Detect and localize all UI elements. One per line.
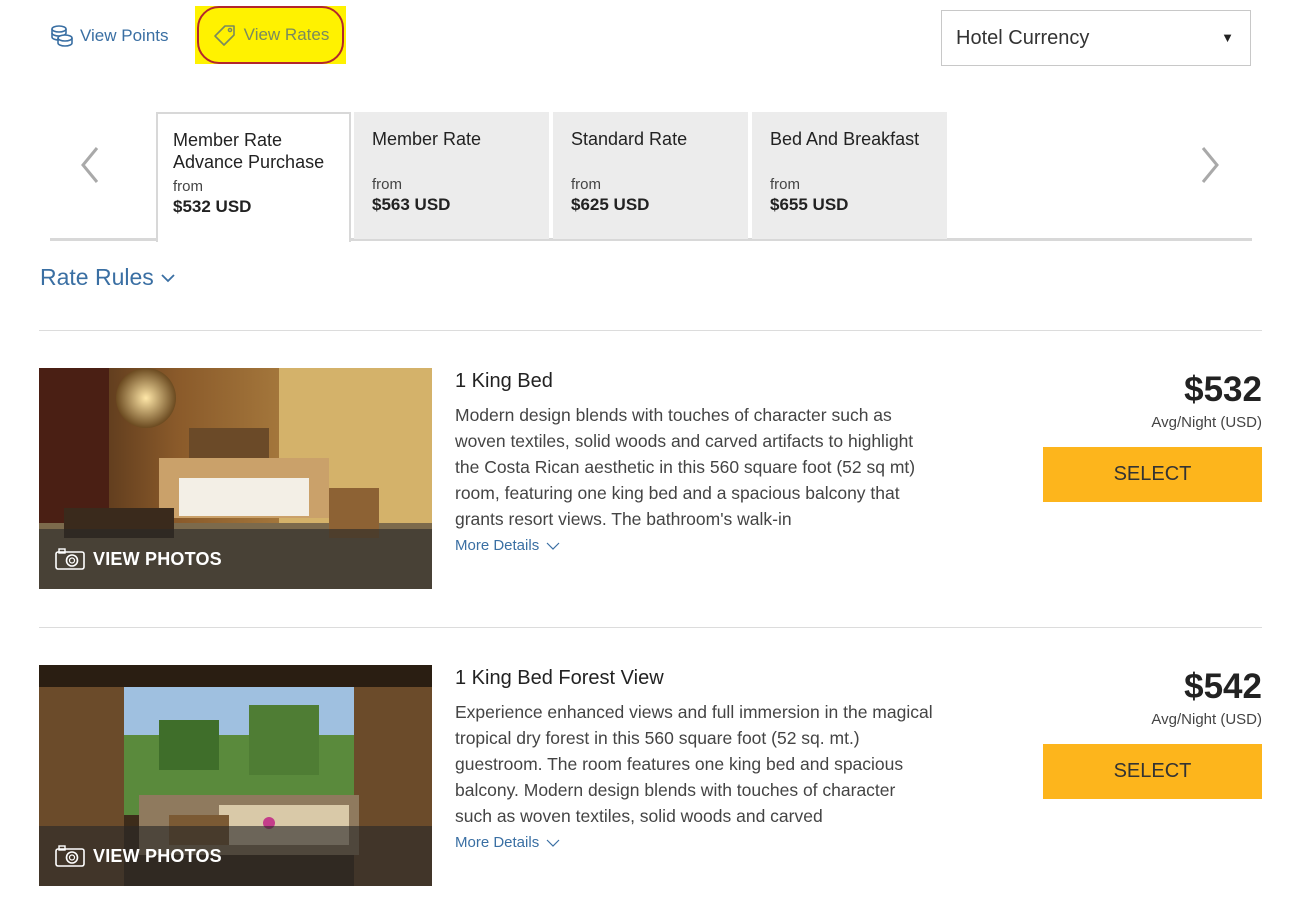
room-description: Experience enhanced views and full immer… bbox=[455, 702, 933, 826]
room-name: 1 King Bed Forest View bbox=[455, 667, 664, 689]
price-tag-icon bbox=[213, 25, 235, 46]
view-photos-label: VIEW PHOTOS bbox=[93, 845, 222, 866]
tab-title: Member Rate bbox=[372, 129, 482, 149]
section-divider bbox=[39, 330, 1262, 331]
tab-from-label: from bbox=[372, 176, 402, 193]
tab-title: Member Rate Advance Purchase bbox=[173, 130, 325, 172]
chevron-down-icon bbox=[546, 542, 560, 550]
more-details-link[interactable]: More Details bbox=[455, 537, 560, 554]
more-details-label: More Details bbox=[455, 537, 540, 554]
tab-price: $563 USD bbox=[372, 195, 451, 214]
camera-icon bbox=[55, 548, 85, 570]
chevron-right-icon[interactable] bbox=[1195, 140, 1225, 190]
tab-from-label: from bbox=[571, 176, 601, 193]
select-room-button[interactable]: SELECT bbox=[1043, 447, 1262, 502]
room-price: $532 bbox=[1184, 370, 1262, 409]
room-photo[interactable]: VIEW PHOTOS bbox=[39, 368, 432, 589]
tab-from-label: from bbox=[173, 178, 203, 195]
rate-rules-toggle[interactable]: Rate Rules bbox=[40, 264, 176, 291]
view-rates-toggle[interactable]: View Rates bbox=[197, 6, 344, 64]
tab-from-label: from bbox=[770, 176, 800, 193]
chevron-down-icon bbox=[161, 273, 175, 282]
room-card: VIEW PHOTOS 1 King Bed Forest View Exper… bbox=[39, 665, 1262, 887]
tab-price: $532 USD bbox=[173, 197, 252, 216]
tab-member-rate[interactable]: Member Rate from $563 USD bbox=[354, 112, 549, 239]
tab-bed-and-breakfast[interactable]: Bed And Breakfast from $655 USD bbox=[752, 112, 947, 239]
view-points-toggle[interactable]: View Points bbox=[50, 24, 169, 48]
price-unit-label: Avg/Night (USD) bbox=[1151, 414, 1262, 431]
tab-price: $655 USD bbox=[770, 195, 849, 214]
camera-icon bbox=[55, 845, 85, 867]
room-price: $542 bbox=[1184, 667, 1262, 706]
tab-standard-rate[interactable]: Standard Rate from $625 USD bbox=[553, 112, 748, 239]
view-rates-highlight: View Rates bbox=[195, 6, 346, 64]
view-photos-label: VIEW PHOTOS bbox=[93, 548, 222, 569]
more-details-link[interactable]: More Details bbox=[455, 834, 560, 851]
room-description: Modern design blends with touches of cha… bbox=[455, 405, 916, 529]
coins-icon bbox=[51, 25, 73, 47]
chevron-left-icon[interactable] bbox=[75, 140, 105, 190]
select-room-button[interactable]: SELECT bbox=[1043, 744, 1262, 799]
view-points-label: View Points bbox=[80, 26, 169, 45]
currency-select-value: Hotel Currency bbox=[956, 26, 1090, 49]
currency-select[interactable]: Hotel Currency ▼ bbox=[941, 10, 1251, 66]
tab-member-rate-advance-purchase[interactable]: Member Rate Advance Purchase from $532 U… bbox=[156, 112, 351, 242]
view-rates-label: View Rates bbox=[243, 25, 330, 44]
view-photos-overlay[interactable]: VIEW PHOTOS bbox=[39, 529, 432, 589]
view-photos-overlay[interactable]: VIEW PHOTOS bbox=[39, 826, 432, 886]
caret-down-icon: ▼ bbox=[1221, 30, 1234, 45]
room-photo[interactable]: VIEW PHOTOS bbox=[39, 665, 432, 886]
price-unit-label: Avg/Night (USD) bbox=[1151, 711, 1262, 728]
chevron-down-icon bbox=[546, 839, 560, 847]
tab-title: Bed And Breakfast bbox=[770, 129, 920, 149]
section-divider bbox=[39, 627, 1262, 628]
rate-rules-label: Rate Rules bbox=[40, 264, 154, 290]
more-details-label: More Details bbox=[455, 834, 540, 851]
tab-price: $625 USD bbox=[571, 195, 650, 214]
room-card: VIEW PHOTOS 1 King Bed Modern design ble… bbox=[39, 368, 1262, 590]
room-name: 1 King Bed bbox=[455, 370, 553, 392]
tab-title: Standard Rate bbox=[571, 129, 688, 149]
